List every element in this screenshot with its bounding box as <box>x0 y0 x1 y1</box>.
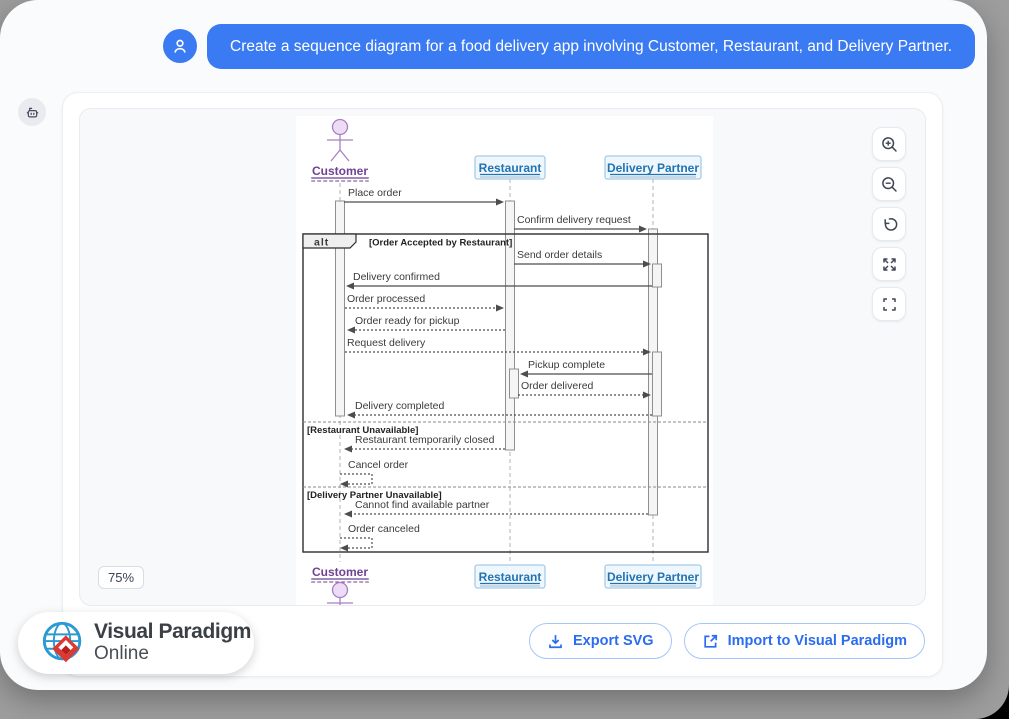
arrowhead <box>496 305 504 312</box>
arrowhead <box>496 199 504 206</box>
reset-view-button[interactable] <box>872 207 906 241</box>
zoom-out-icon <box>880 175 899 194</box>
expand-button[interactable] <box>872 247 906 281</box>
arrowhead <box>340 545 348 552</box>
export-svg-label: Export SVG <box>573 633 654 649</box>
arrowhead <box>344 446 352 453</box>
participant-label: Restaurant <box>479 570 542 584</box>
zoom-in-icon <box>880 135 899 154</box>
visual-paradigm-logo: Visual Paradigm Online <box>18 612 254 674</box>
arrowhead <box>344 511 352 518</box>
actor-figure-head <box>333 120 348 135</box>
zoom-level-badge: 75% <box>98 566 144 589</box>
message-label: Order ready for pickup <box>355 315 460 327</box>
chat-message-bubble: Create a sequence diagram for a food del… <box>207 24 975 69</box>
message-label: Delivery confirmed <box>353 271 440 283</box>
chat-message-text: Create a sequence diagram for a food del… <box>230 38 952 56</box>
download-icon <box>547 633 564 650</box>
footer-actions: Export SVG Import to Visual Paradigm <box>529 623 925 659</box>
export-svg-button[interactable]: Export SVG <box>529 623 672 659</box>
message-label: Confirm delivery request <box>517 214 631 226</box>
app-window: Create a sequence diagram for a food del… <box>0 0 987 690</box>
sequence-diagram-canvas: alt[Order Accepted by Restaurant][Restau… <box>296 116 713 606</box>
activation-bar <box>653 264 662 287</box>
message-label: Cancel order <box>348 459 409 471</box>
logo-product: Online <box>94 644 251 665</box>
fragment-condition-label: [Order Accepted by Restaurant] <box>369 238 512 249</box>
message-label: Cannot find available partner <box>355 499 490 511</box>
sequence-diagram-svg: alt[Order Accepted by Restaurant][Restau… <box>296 116 713 606</box>
zoom-out-button[interactable] <box>872 167 906 201</box>
message-label: Send order details <box>517 249 602 261</box>
result-card: alt[Order Accepted by Restaurant][Restau… <box>62 92 943 677</box>
message-label: Pickup complete <box>528 359 605 371</box>
alt-operator-label: alt <box>314 237 329 249</box>
globe-logo-icon <box>40 620 86 666</box>
external-link-icon <box>702 633 719 650</box>
alt-operator-pentagon <box>303 234 356 248</box>
message-label: Delivery completed <box>355 400 444 412</box>
participant-label: Delivery Partner <box>607 570 699 584</box>
message-label: Place order <box>348 187 402 199</box>
arrowhead <box>346 283 354 290</box>
diagram-viewport: alt[Order Accepted by Restaurant][Restau… <box>79 108 926 606</box>
activation-bar <box>336 201 345 416</box>
fullscreen-button[interactable] <box>872 287 906 321</box>
message-label: Request delivery <box>347 337 426 349</box>
arrowhead <box>347 412 355 419</box>
actor-figure <box>327 135 353 162</box>
message-label: Order canceled <box>348 523 420 535</box>
message-label: Order delivered <box>521 380 594 392</box>
arrowhead <box>340 481 348 488</box>
participant-label: Delivery Partner <box>607 161 699 175</box>
message-label: Order processed <box>347 293 425 305</box>
actor-figure-head <box>333 583 348 598</box>
arrowhead <box>520 371 528 378</box>
fullscreen-icon <box>880 295 899 314</box>
import-to-vp-button[interactable]: Import to Visual Paradigm <box>684 623 925 659</box>
logo-name: Visual Paradigm <box>94 621 251 644</box>
reset-icon <box>880 215 899 234</box>
canvas-controls <box>872 127 906 321</box>
user-avatar <box>163 29 197 63</box>
bot-avatar <box>18 98 46 126</box>
zoom-in-button[interactable] <box>872 127 906 161</box>
arrowhead <box>347 327 355 334</box>
activation-bar <box>510 369 519 398</box>
actor-label: Customer <box>312 164 368 178</box>
participant-label: Restaurant <box>479 161 542 175</box>
message-label: Restaurant temporarily closed <box>355 434 495 446</box>
activation-bar <box>653 352 662 416</box>
actor-label: Customer <box>312 565 368 579</box>
arrowhead <box>639 226 647 233</box>
import-to-vp-label: Import to Visual Paradigm <box>728 633 907 649</box>
actor-figure <box>327 598 353 607</box>
robot-icon <box>24 104 41 121</box>
user-icon <box>171 37 189 55</box>
expand-icon <box>880 255 899 274</box>
